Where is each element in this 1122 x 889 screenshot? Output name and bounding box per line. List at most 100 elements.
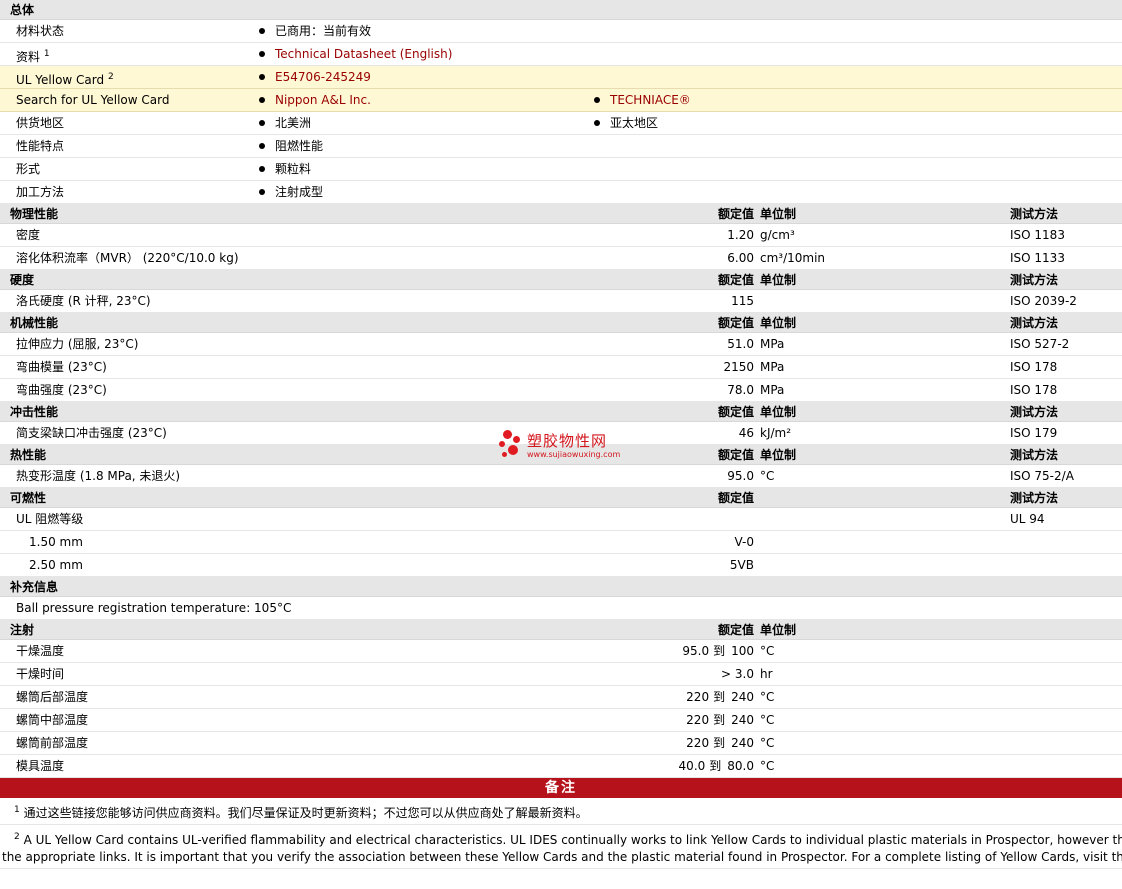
supplement-text: Ball pressure registration temperature: …: [16, 601, 292, 615]
property-label: 溶化体积流率（MVR） (220°C/10.0 kg): [16, 251, 239, 265]
physical-row: 密度 1.20 g/cm³ ISO 1183: [0, 224, 1122, 247]
general-row: 供货地区 北美洲 亚太地区: [0, 112, 1122, 135]
section-title: 物理性能: [10, 207, 59, 221]
bullet-icon: [259, 27, 265, 34]
property-label: 螺筒中部温度: [16, 713, 89, 727]
general-row: 性能特点 阻燃性能: [0, 135, 1122, 158]
property-label: UL 阻燃等级: [16, 512, 84, 526]
bullet-value: 亚太地区: [594, 112, 658, 135]
bullet-icon: [259, 165, 265, 172]
column-header-value: 额定值: [717, 405, 754, 419]
range-to: 80.0: [727, 759, 754, 773]
value-text: 阻燃性能: [275, 139, 324, 153]
flammability-row: 2.50 mm 5VB: [0, 554, 1122, 577]
section-header-flammability: 可燃性 额定值 测试方法: [0, 488, 1122, 508]
range-to: 240: [731, 713, 754, 727]
property-label-text: 资料: [16, 50, 41, 64]
section-title: 总体: [10, 3, 35, 17]
column-header-value: 额定值: [717, 623, 754, 637]
property-unit: °C: [760, 736, 775, 750]
property-unit: g/cm³: [760, 228, 795, 242]
section-header-injection: 注射 额定值 单位制: [0, 620, 1122, 640]
flammability-row: 1.50 mm V-0: [0, 531, 1122, 554]
column-header-method: 测试方法: [1010, 316, 1059, 330]
property-label-text: 供货地区: [16, 116, 65, 130]
footnote-ref: 1: [43, 49, 50, 59]
section-header-general: 总体: [0, 0, 1122, 20]
mechanical-row: 拉伸应力 (屈服, 23°C) 51.0 MPa ISO 527-2: [0, 333, 1122, 356]
property-label: 洛氏硬度 (R 计秤, 23°C): [16, 294, 151, 308]
bullet-value: TECHNIACE®: [594, 89, 691, 112]
property-label-text: 形式: [16, 162, 41, 176]
test-method: ISO 179: [1010, 426, 1058, 440]
section-header-impact: 冲击性能 额定值 单位制 测试方法: [0, 402, 1122, 422]
property-label: 供货地区: [16, 112, 64, 135]
injection-row: 螺筒后部温度 220 到 240 °C: [0, 686, 1122, 709]
property-value: 40.0 到 80.0: [679, 755, 754, 778]
column-header-method: 测试方法: [1010, 273, 1059, 287]
property-value: 95.0: [727, 469, 754, 483]
section-header-hardness: 硬度 额定值 单位制 测试方法: [0, 270, 1122, 290]
value-link[interactable]: Nippon A&L Inc.: [275, 93, 371, 107]
bullet-icon: [594, 119, 600, 126]
bullet-icon: [594, 96, 600, 103]
column-header-value: 额定值: [717, 448, 754, 462]
property-label: 加工方法: [16, 181, 64, 204]
range-to: 240: [731, 690, 754, 704]
value-link[interactable]: TECHNIACE®: [610, 93, 691, 107]
column-header-unit: 单位制: [760, 448, 797, 462]
property-value: 220 到 240: [686, 686, 754, 709]
section-title: 冲击性能: [10, 405, 59, 419]
general-row: 资料 1 Technical Datasheet (English): [0, 43, 1122, 66]
bullet-icon: [259, 188, 265, 195]
property-value: 78.0: [727, 383, 754, 397]
value-link[interactable]: E54706-245249: [275, 70, 371, 84]
column-header-value: 额定值: [717, 491, 754, 505]
range-word: 到: [713, 736, 726, 750]
range-from: 220: [686, 690, 710, 704]
injection-row: 模具温度 40.0 到 80.0 °C: [0, 755, 1122, 778]
property-unit: °C: [760, 690, 775, 704]
test-method: ISO 178: [1010, 360, 1058, 374]
value-text: 亚太地区: [610, 116, 659, 130]
bullet-value: 阻燃性能: [259, 135, 323, 158]
column-header-value: 额定值: [717, 207, 754, 221]
value-link[interactable]: Technical Datasheet (English): [275, 47, 452, 61]
bullet-value: 北美洲: [259, 112, 311, 135]
watermark-logo: 塑胶物性网 www.sujiaowuxing.com: [497, 428, 637, 464]
physical-row: 溶化体积流率（MVR） (220°C/10.0 kg) 6.00 cm³/10min…: [0, 247, 1122, 270]
range-from: 220: [686, 713, 710, 727]
test-method: ISO 2039-2: [1010, 294, 1077, 308]
range-from: 95.0: [682, 644, 710, 658]
thermal-row: 热变形温度 (1.8 MPa, 未退火) 95.0 °C ISO 75-2/A: [0, 465, 1122, 488]
range-from: 220: [686, 736, 710, 750]
bullet-value: E54706-245249: [259, 66, 371, 89]
section-title: 注射: [10, 623, 35, 637]
property-label: 1.50 mm: [29, 535, 83, 549]
test-method: ISO 1133: [1010, 251, 1065, 265]
section-title: 热性能: [10, 448, 47, 462]
column-header-method: 测试方法: [1010, 405, 1059, 419]
value-text: 注射成型: [275, 185, 324, 199]
injection-row: 螺筒前部温度 220 到 240 °C: [0, 732, 1122, 755]
bullet-icon: [259, 73, 265, 80]
section-title: 可燃性: [10, 491, 47, 505]
range-to: 100: [731, 644, 754, 658]
range-word: 到: [713, 690, 726, 704]
test-method: ISO 527-2: [1010, 337, 1070, 351]
bullet-icon: [259, 119, 265, 126]
column-header-unit: 单位制: [760, 316, 797, 330]
bullet-value: Technical Datasheet (English): [259, 43, 452, 66]
bullet-value: 注射成型: [259, 181, 323, 204]
section-header-mechanical: 机械性能 额定值 单位制 测试方法: [0, 313, 1122, 333]
column-header-unit: 单位制: [760, 623, 797, 637]
property-label: 热变形温度 (1.8 MPa, 未退火): [16, 469, 181, 483]
bullet-icon: [259, 142, 265, 149]
hardness-row: 洛氏硬度 (R 计秤, 23°C) 115 ISO 2039-2: [0, 290, 1122, 313]
general-row: 材料状态 已商用：当前有效: [0, 20, 1122, 43]
property-label: 弯曲强度 (23°C): [16, 383, 107, 397]
bullet-icon: [259, 96, 265, 103]
property-label-text: 性能特点: [16, 139, 65, 153]
footnote-2: 2 A UL Yellow Card contains UL-verified …: [0, 825, 1122, 869]
property-unit: hr: [760, 667, 773, 681]
